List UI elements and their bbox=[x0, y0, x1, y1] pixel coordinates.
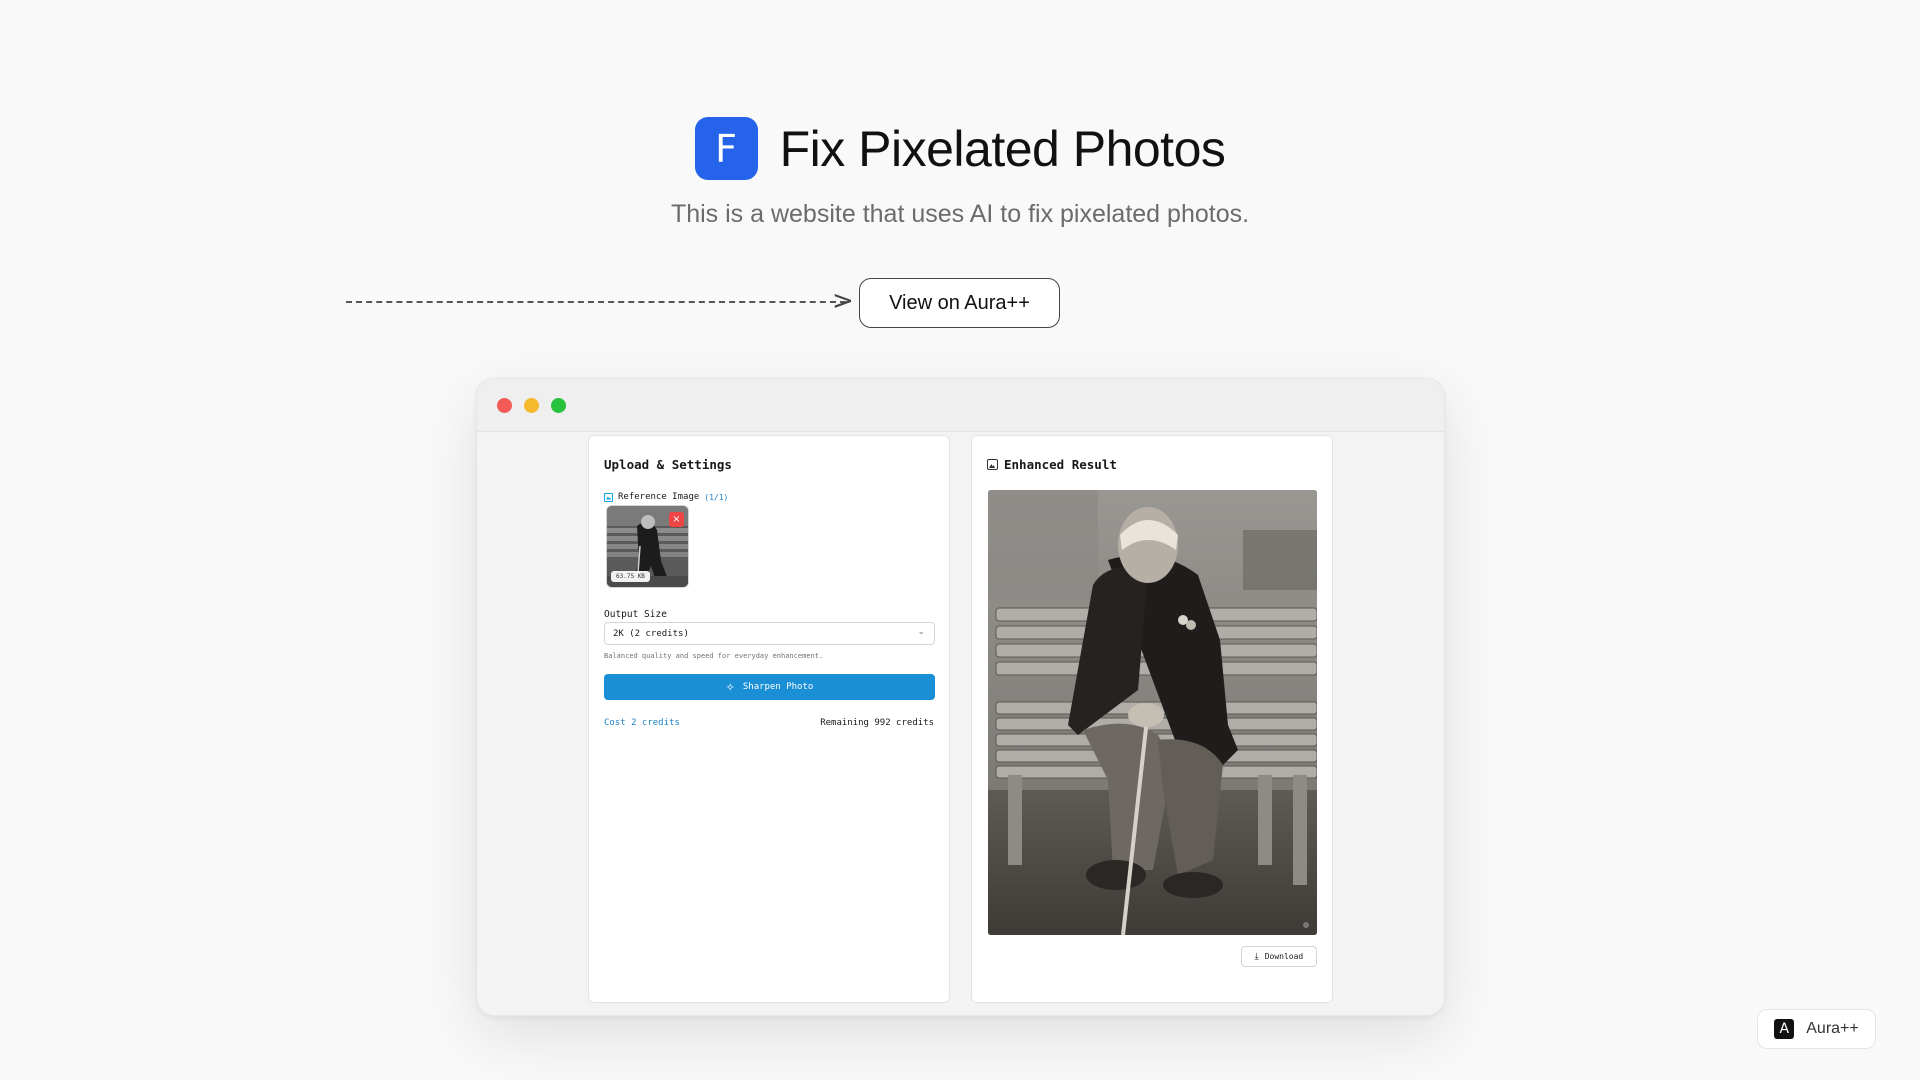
image-file-size: 63.75 KB bbox=[611, 571, 650, 582]
reference-image-count: (1/1) bbox=[704, 492, 729, 502]
sharpen-photo-button[interactable]: ✧ Sharpen Photo bbox=[604, 674, 935, 700]
enhanced-result-panel: Enhanced Result ⤓ Download bbox=[971, 435, 1333, 1003]
arrow-right-icon: > bbox=[832, 286, 854, 316]
upload-panel-title: Upload & Settings bbox=[604, 457, 732, 472]
app-logo: F bbox=[694, 117, 758, 180]
output-size-value: 2K (2 credits) bbox=[613, 628, 689, 639]
download-icon: ⤓ bbox=[1254, 951, 1259, 962]
remaining-credits: Remaining 992 credits bbox=[820, 718, 934, 728]
download-button[interactable]: ⤓ Download bbox=[1241, 946, 1317, 967]
window-maximize-icon[interactable] bbox=[551, 398, 566, 413]
window-titlebar bbox=[477, 379, 1444, 432]
view-on-aura-button[interactable]: View on Aura++ bbox=[859, 278, 1060, 328]
output-size-helper: Balanced quality and speed for everyday … bbox=[604, 652, 824, 660]
output-size-select[interactable]: 2K (2 credits) ⌄ bbox=[604, 622, 935, 645]
result-title-text: Enhanced Result bbox=[1004, 457, 1117, 472]
download-label: Download bbox=[1264, 952, 1304, 961]
aura-badge-label: Aura++ bbox=[1806, 1020, 1859, 1037]
image-icon bbox=[604, 492, 613, 502]
chevron-down-icon: ⌄ bbox=[917, 627, 925, 637]
enhanced-result-image bbox=[988, 490, 1317, 935]
dashed-arrow-line bbox=[346, 301, 846, 305]
cost-credits: Cost 2 credits bbox=[604, 718, 680, 728]
result-panel-title: Enhanced Result bbox=[987, 457, 1117, 472]
sharpen-photo-label: Sharpen Photo bbox=[742, 682, 814, 692]
page-title: Fix Pixelated Photos bbox=[779, 120, 1226, 177]
aura-badge[interactable]: A Aura++ bbox=[1757, 1009, 1876, 1049]
app-window-preview: Upload & Settings Reference Image (1/1) … bbox=[476, 378, 1445, 1016]
page-subtitle: This is a website that uses AI to fix pi… bbox=[670, 200, 1250, 228]
reference-image-text: Reference Image bbox=[618, 492, 700, 502]
remove-image-button[interactable]: × bbox=[669, 512, 684, 527]
upload-settings-panel: Upload & Settings Reference Image (1/1) … bbox=[588, 435, 950, 1003]
hero-heading: F Fix Pixelated Photos bbox=[0, 117, 1920, 180]
reference-image-thumbnail[interactable]: × 63.75 KB bbox=[606, 505, 689, 588]
window-minimize-icon[interactable] bbox=[524, 398, 539, 413]
output-size-label: Output Size bbox=[604, 609, 667, 620]
enhanced-photo bbox=[988, 490, 1317, 935]
sparkles-icon: ✧ bbox=[725, 680, 735, 694]
window-close-icon[interactable] bbox=[497, 398, 512, 413]
image-icon bbox=[987, 459, 998, 470]
aura-logo-icon: A bbox=[1774, 1019, 1795, 1039]
reference-image-label: Reference Image (1/1) bbox=[604, 492, 728, 502]
